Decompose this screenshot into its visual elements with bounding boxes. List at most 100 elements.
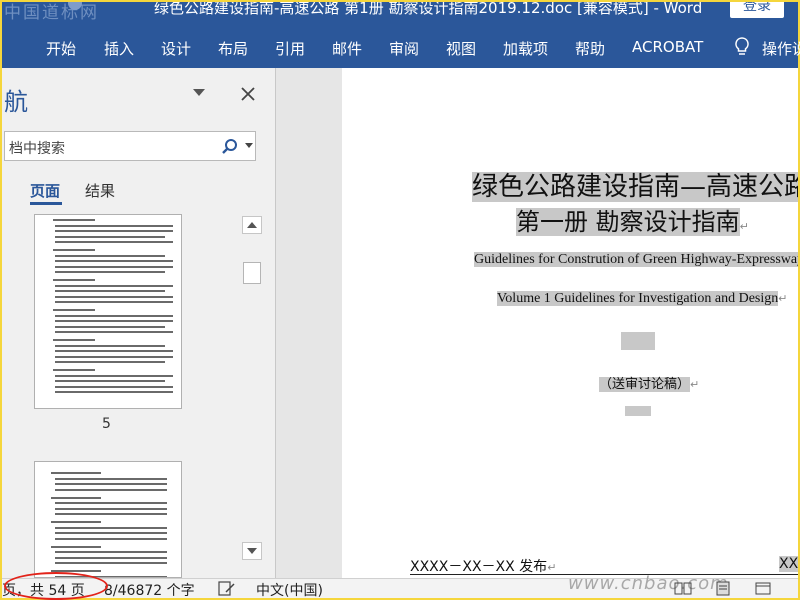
thumbnail-text-line — [55, 391, 173, 393]
thumbnail-text-line — [51, 521, 101, 523]
page-thumbnail-label: 5 — [102, 416, 111, 432]
thumbnail-text-line — [55, 483, 167, 485]
document-title-line2: 第一册 勘察设计指南↵ — [516, 208, 749, 236]
thumbnail-text-line — [55, 513, 167, 515]
window-title: 绿色公路建设指南-高速公路 第1册 勘察设计指南2019.12.doc [兼容模… — [154, 2, 703, 17]
tell-me-search[interactable]: 操作说 — [762, 38, 800, 59]
thumbnail-text-line — [55, 301, 173, 303]
tab-addins[interactable]: 加载项 — [503, 38, 548, 59]
print-layout-icon[interactable] — [714, 581, 732, 596]
thumbnail-text-line — [53, 369, 95, 371]
word-count-status[interactable]: 8/46872 个字 — [104, 580, 195, 600]
thumbnail-text-line — [53, 279, 95, 281]
search-icon[interactable] — [221, 138, 239, 156]
tab-pages[interactable]: 页面 — [30, 180, 60, 201]
tab-home[interactable]: 开始 — [46, 38, 76, 59]
scroll-up-button[interactable] — [242, 216, 262, 234]
thumbnail-text-line — [53, 219, 95, 221]
thumbnail-text-line — [55, 295, 173, 298]
watermark-logo-text: 中国道标网 — [4, 3, 99, 23]
thumbnail-text-line — [53, 309, 95, 311]
thumbnail-text-line — [55, 385, 173, 388]
thumbnail-text-line — [55, 284, 173, 287]
thumbnail-text-line — [55, 260, 173, 262]
tab-view[interactable]: 视图 — [446, 38, 476, 59]
tab-acrobat[interactable]: ACROBAT — [632, 38, 703, 56]
thumbnail-text-line — [55, 241, 173, 243]
thumbnail-text-line — [55, 380, 165, 382]
watermark-text: www.cnbao.com — [568, 573, 729, 594]
thumbnail-text-line — [55, 224, 173, 227]
tab-review[interactable]: 审阅 — [389, 38, 419, 59]
thumbnail-text-line — [55, 290, 165, 292]
tab-help[interactable]: 帮助 — [575, 38, 605, 59]
thumbnail-text-line — [55, 271, 165, 273]
tab-mailings[interactable]: 邮件 — [332, 38, 362, 59]
thumbnail-text-line — [55, 507, 167, 510]
thumbnail-text-line — [55, 235, 165, 238]
search-placeholder: 档中搜索 — [9, 141, 65, 157]
chevron-down-icon[interactable] — [245, 143, 253, 149]
sign-in-button[interactable]: 登录 — [730, 2, 784, 18]
thumbnail-text-line — [55, 562, 167, 564]
thumbnail-text-line — [55, 355, 173, 358]
thumbnail-text-line — [55, 331, 173, 333]
thumbnail-text-line — [55, 320, 173, 322]
web-layout-icon[interactable] — [754, 581, 772, 596]
publish-date-line: XXXX－XX－XX 发布↵ — [410, 559, 557, 575]
document-title-line1: 绿色公路建设指南—高速公路 — [472, 166, 798, 203]
highlighted-blank — [625, 406, 651, 416]
thumbnail-text-line — [55, 374, 173, 377]
thumbnail-text-line — [55, 526, 167, 529]
triangle-down-icon — [247, 548, 257, 554]
document-search-input[interactable]: 档中搜索 — [4, 131, 256, 161]
title-bar: 中国道标网 绿色公路建设指南-高速公路 第1册 勘察设计指南2019.12.do… — [2, 2, 798, 24]
tab-results[interactable]: 结果 — [85, 180, 115, 201]
status-bar: 页，共 54 页 8/46872 个字 中文(中国) www.cnbao.com — [2, 573, 798, 600]
close-icon[interactable] — [240, 86, 256, 102]
thumbnail-text-line — [55, 361, 165, 363]
language-status[interactable]: 中文(中国) — [256, 580, 323, 600]
page-thumbnail[interactable] — [34, 214, 182, 409]
scroll-down-button[interactable] — [242, 542, 262, 560]
ribbon-tab-bar: 开始 插入 设计 布局 引用 邮件 审阅 视图 加载项 帮助 ACROBAT 操… — [2, 24, 800, 68]
thumbnail-text-line — [55, 502, 167, 504]
thumbnail-scrollbar[interactable] — [242, 216, 262, 562]
chevron-down-icon[interactable] — [192, 88, 206, 98]
active-tab-indicator — [30, 202, 62, 205]
lightbulb-icon[interactable] — [733, 36, 751, 58]
read-mode-icon[interactable] — [674, 581, 692, 596]
implement-date-fragment: XXX — [779, 556, 798, 572]
thumbnail-text-line — [55, 532, 167, 534]
navigation-pane: 航 档中搜索 页面 结果 5 — [2, 68, 276, 578]
thumbnail-text-line — [51, 496, 101, 499]
scroll-thumb[interactable] — [243, 262, 261, 284]
triangle-up-icon — [247, 222, 257, 228]
nav-pane-title: 航 — [4, 88, 28, 116]
tab-design[interactable]: 设计 — [161, 38, 191, 59]
tab-insert[interactable]: 插入 — [104, 38, 134, 59]
highlighted-blank — [621, 332, 655, 350]
thumbnail-text-line — [55, 265, 173, 268]
proofing-icon[interactable] — [218, 581, 236, 596]
thumbnail-text-line — [53, 249, 95, 251]
english-title-line1: Guidelines for Constrution of Green High… — [474, 252, 798, 268]
document-page[interactable]: 绿色公路建设指南—高速公路 第一册 勘察设计指南↵ Guidelines for… — [342, 68, 798, 578]
thumbnail-text-line — [55, 488, 167, 491]
thumbnail-text-line — [55, 314, 173, 317]
thumbnail-text-line — [55, 477, 167, 480]
thumbnail-text-line — [55, 254, 165, 257]
thumbnail-text-line — [53, 339, 95, 341]
thumbnail-text-line — [55, 325, 165, 328]
thumbnail-text-line — [55, 230, 173, 232]
tab-references[interactable]: 引用 — [275, 38, 305, 59]
thumbnail-text-line — [51, 472, 101, 474]
thumbnail-text-line — [55, 350, 173, 352]
thumbnail-text-line — [55, 537, 167, 540]
thumbnail-text-line — [55, 344, 165, 347]
page-thumbnail[interactable] — [34, 461, 182, 578]
tab-layout[interactable]: 布局 — [218, 38, 248, 59]
document-canvas[interactable]: 绿色公路建设指南—高速公路 第一册 勘察设计指南↵ Guidelines for… — [276, 68, 798, 578]
english-title-line2: Volume 1 Guidelines for Investigation an… — [497, 291, 788, 306]
draft-status-label: （送审讨论稿）↵ — [599, 377, 700, 392]
